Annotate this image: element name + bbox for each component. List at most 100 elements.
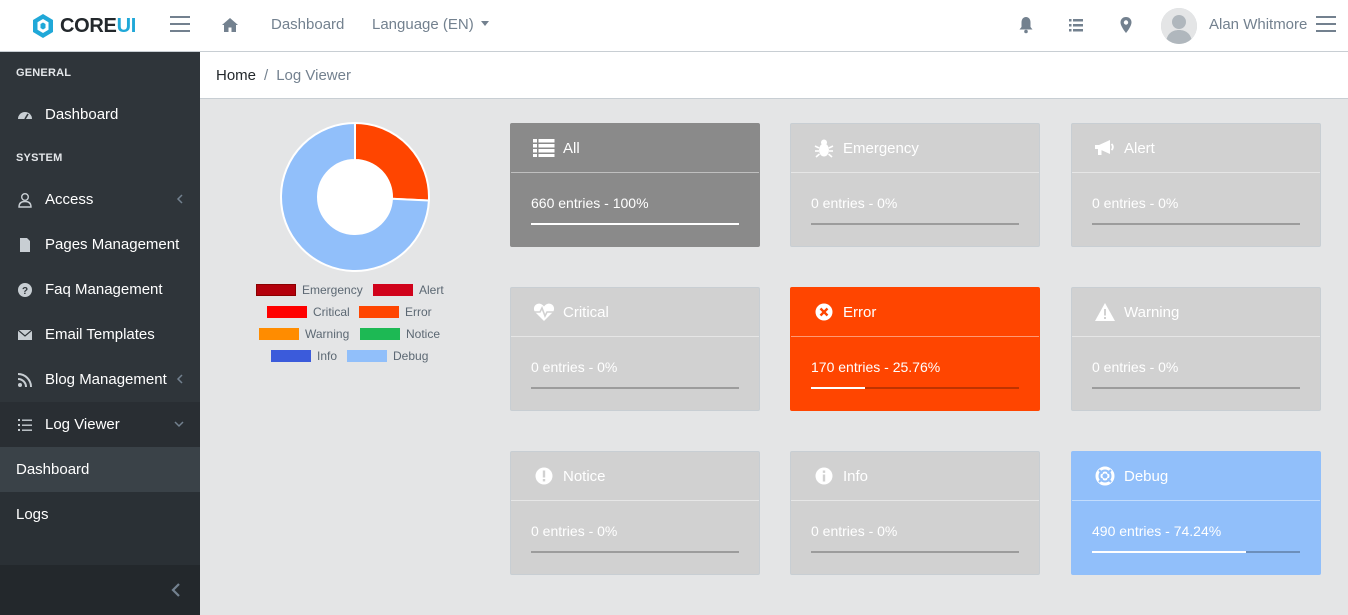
legend-item-warning[interactable]: Warning — [259, 327, 349, 341]
card-title: Error — [843, 303, 877, 321]
coreui-logo-icon — [33, 14, 53, 38]
progress-bar — [1092, 551, 1300, 553]
nav-title-general: GENERAL — [16, 67, 72, 79]
log-card-all[interactable]: All 660 entries - 100% — [510, 123, 760, 247]
legend-item-error[interactable]: Error — [359, 305, 432, 319]
brand-name: COREUI — [60, 14, 136, 37]
legend-item-critical[interactable]: Critical — [267, 305, 350, 319]
heartbeat-icon — [533, 301, 555, 323]
breadcrumb-home-link[interactable]: Home — [216, 67, 256, 84]
card-title: All — [563, 139, 580, 157]
user-silhouette-icon — [1161, 8, 1197, 44]
bug-icon — [813, 137, 835, 159]
log-card-critical[interactable]: Critical 0 entries - 0% — [510, 287, 760, 411]
list-icon — [533, 137, 555, 159]
sidebar-item-dashboard[interactable]: Dashboard — [0, 92, 200, 137]
breadcrumb-separator: / — [264, 66, 269, 84]
nav-title-system: SYSTEM — [16, 152, 63, 164]
aside-menu-toggle-button[interactable] — [1316, 16, 1336, 34]
avatar[interactable] — [1161, 8, 1197, 44]
legend-item-notice[interactable]: Notice — [360, 327, 440, 341]
legend-swatch — [360, 328, 400, 340]
bell-icon[interactable] — [1018, 16, 1034, 34]
log-card-emergency[interactable]: Emergency 0 entries - 0% — [790, 123, 1040, 247]
sidebar: GENERAL Dashboard SYSTEM Access Pages Ma… — [0, 52, 200, 615]
log-card-debug[interactable]: Debug 490 entries - 74.24% — [1071, 451, 1321, 575]
progress-bar — [531, 223, 739, 225]
warning-icon — [1094, 301, 1116, 323]
chevron-down-icon — [174, 421, 184, 428]
question-circle-icon: ? — [17, 282, 33, 298]
chevron-left-icon — [176, 374, 183, 384]
legend-swatch — [373, 284, 413, 296]
breadcrumb: Home / Log Viewer — [200, 52, 1348, 99]
card-value: 0 entries - 0% — [531, 359, 618, 375]
legend-item-alert[interactable]: Alert — [373, 283, 444, 297]
donut-hole — [318, 160, 392, 234]
legend-swatch — [259, 328, 299, 340]
card-title: Info — [843, 467, 869, 485]
times-circle-icon — [813, 301, 835, 323]
sidebar-item-blog-management[interactable]: Blog Management — [0, 357, 200, 402]
user-name[interactable]: Alan Whitmore — [1209, 16, 1307, 33]
progress-bar — [1092, 387, 1300, 389]
sidebar-item-pages-management[interactable]: Pages Management — [0, 222, 200, 267]
progress-bar — [811, 387, 1019, 389]
sidebar-minimizer-button[interactable] — [0, 565, 200, 615]
submenu-spacer — [0, 537, 200, 565]
bullhorn-icon — [1094, 137, 1116, 159]
progress-fill — [531, 223, 739, 225]
chevron-left-icon — [176, 194, 183, 204]
legend-item-info[interactable]: Info — [271, 349, 337, 363]
sidebar-item-access[interactable]: Access — [0, 177, 200, 222]
card-title: Notice — [563, 467, 606, 485]
log-card-alert[interactable]: Alert 0 entries - 0% — [1071, 123, 1321, 247]
legend-swatch — [267, 306, 307, 318]
exclamation-circle-icon — [533, 465, 555, 487]
legend-swatch — [359, 306, 399, 318]
card-value: 660 entries - 100% — [531, 195, 649, 211]
legend-swatch — [347, 350, 387, 362]
card-value: 170 entries - 25.76% — [811, 359, 941, 375]
language-dropdown[interactable]: Language (EN) — [372, 16, 489, 33]
card-value: 0 entries - 0% — [811, 523, 898, 539]
nav-dashboard-link[interactable]: Dashboard — [271, 16, 344, 33]
user-icon — [17, 192, 33, 208]
card-value: 0 entries - 0% — [1092, 359, 1179, 375]
list-icon[interactable] — [1068, 16, 1084, 34]
sidebar-subitem-dashboard[interactable]: Dashboard — [0, 447, 200, 492]
list-icon — [17, 417, 33, 433]
svg-text:?: ? — [22, 286, 28, 297]
legend-swatch — [271, 350, 311, 362]
life-ring-icon — [1094, 465, 1116, 487]
progress-bar — [1092, 223, 1300, 225]
legend-swatch — [256, 284, 296, 296]
sidebar-subitem-logs[interactable]: Logs — [0, 492, 200, 537]
breadcrumb-current: Log Viewer — [276, 66, 351, 84]
file-icon — [17, 237, 33, 253]
log-card-notice[interactable]: Notice 0 entries - 0% — [510, 451, 760, 575]
info-circle-icon — [813, 465, 835, 487]
log-card-info[interactable]: Info 0 entries - 0% — [790, 451, 1040, 575]
card-value: 0 entries - 0% — [1092, 195, 1179, 211]
home-icon[interactable] — [221, 16, 239, 34]
envelope-icon — [17, 327, 33, 343]
speedometer-icon — [17, 107, 33, 123]
brand-logo[interactable]: COREUI — [32, 12, 136, 40]
sidebar-item-log-viewer[interactable]: Log Viewer — [0, 402, 200, 447]
sidebar-item-email-templates[interactable]: Email Templates — [0, 312, 200, 357]
sidebar-toggle-button[interactable] — [170, 16, 190, 34]
sidebar-item-faq-management[interactable]: ? Faq Management — [0, 267, 200, 312]
card-title: Critical — [563, 303, 609, 321]
progress-bar — [531, 551, 739, 553]
log-card-warning[interactable]: Warning 0 entries - 0% — [1071, 287, 1321, 411]
caret-down-icon — [480, 21, 489, 26]
legend-item-debug[interactable]: Debug — [347, 349, 428, 363]
card-title: Debug — [1124, 467, 1169, 485]
app-header: COREUI Dashboard Language (EN) Alan Whit… — [0, 0, 1348, 52]
rss-icon — [17, 372, 33, 388]
location-pin-icon[interactable] — [1118, 16, 1134, 34]
log-card-error[interactable]: Error 170 entries - 25.76% — [790, 287, 1040, 411]
card-title: Warning — [1124, 303, 1180, 321]
legend-item-emergency[interactable]: Emergency — [256, 283, 363, 297]
